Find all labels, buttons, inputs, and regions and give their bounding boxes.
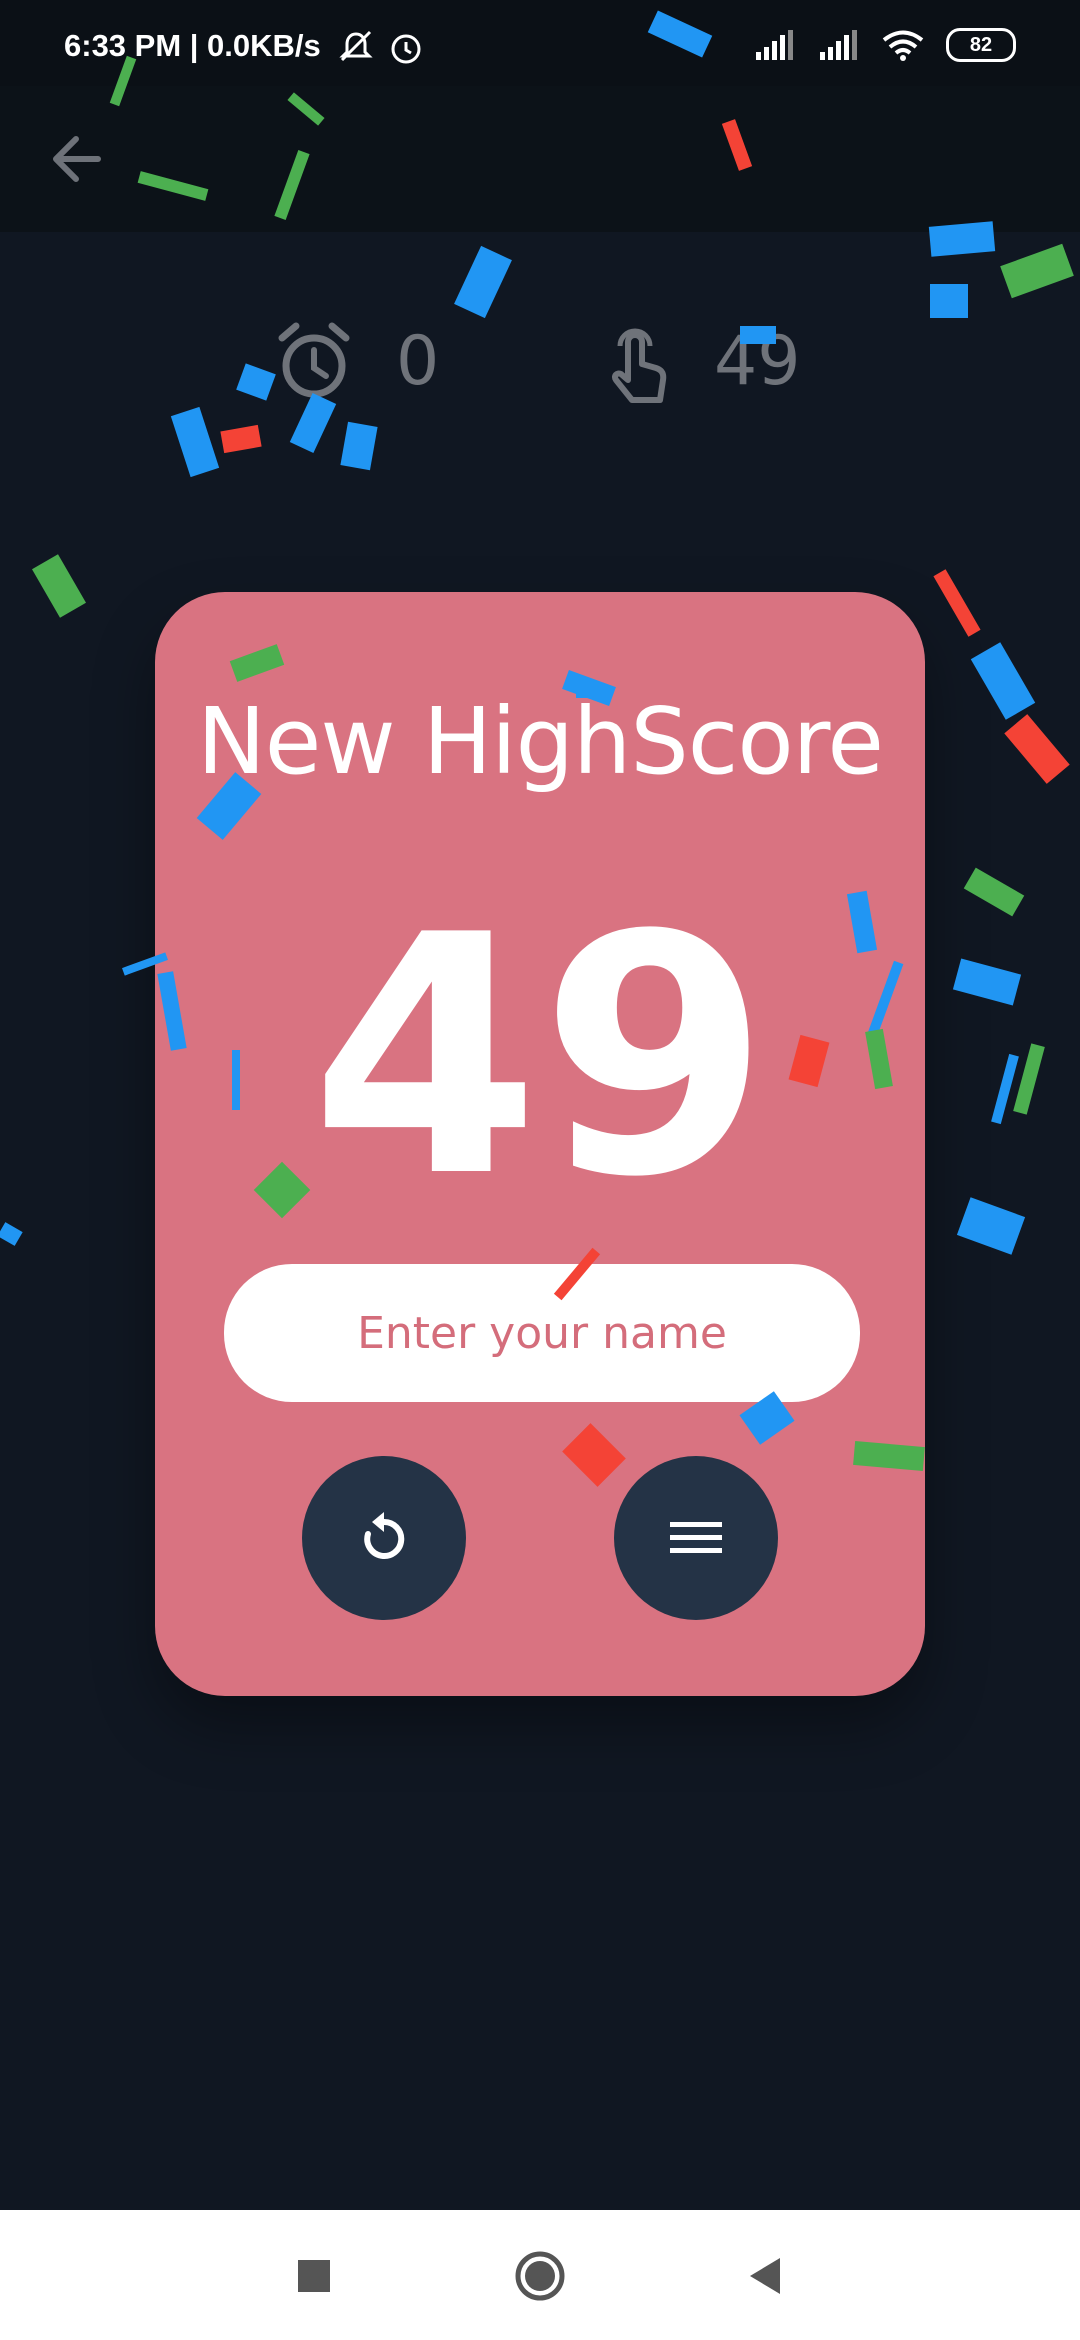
wifi-icon bbox=[882, 30, 924, 61]
signal-icon bbox=[820, 30, 857, 60]
app-bar bbox=[0, 86, 1080, 232]
time-value: 0 bbox=[396, 322, 440, 401]
highscore-value: 49 bbox=[310, 865, 770, 1249]
tap-finger-icon bbox=[611, 328, 667, 403]
alarm-icon bbox=[391, 34, 421, 64]
stats-row: 0 49 bbox=[0, 320, 1080, 420]
status-time-speed: 6:33 PM | 0.0KB/s bbox=[64, 28, 321, 63]
menu-button[interactable] bbox=[614, 1456, 778, 1620]
restart-button[interactable] bbox=[302, 1456, 466, 1620]
system-nav-bar bbox=[0, 2210, 1080, 2340]
highscore-title: New HighScore bbox=[196, 688, 884, 795]
back-triangle-icon[interactable] bbox=[736, 2246, 796, 2306]
menu-icon bbox=[670, 1522, 722, 1553]
name-input[interactable] bbox=[224, 1264, 860, 1402]
alarm-clock-icon bbox=[278, 322, 350, 398]
recent-apps-icon[interactable] bbox=[284, 2246, 344, 2306]
taps-value: 49 bbox=[714, 322, 801, 401]
highscore-card: New HighScore 49 bbox=[155, 592, 925, 1696]
signal-icon bbox=[756, 30, 793, 60]
home-icon[interactable] bbox=[510, 2246, 570, 2306]
restart-icon bbox=[364, 1512, 405, 1559]
status-bar: 6:33 PM | 0.0KB/s 82 bbox=[0, 0, 1080, 86]
mute-bell-icon bbox=[339, 30, 373, 62]
battery-icon: 82 bbox=[946, 28, 1016, 62]
arrow-left-icon[interactable] bbox=[42, 124, 112, 194]
